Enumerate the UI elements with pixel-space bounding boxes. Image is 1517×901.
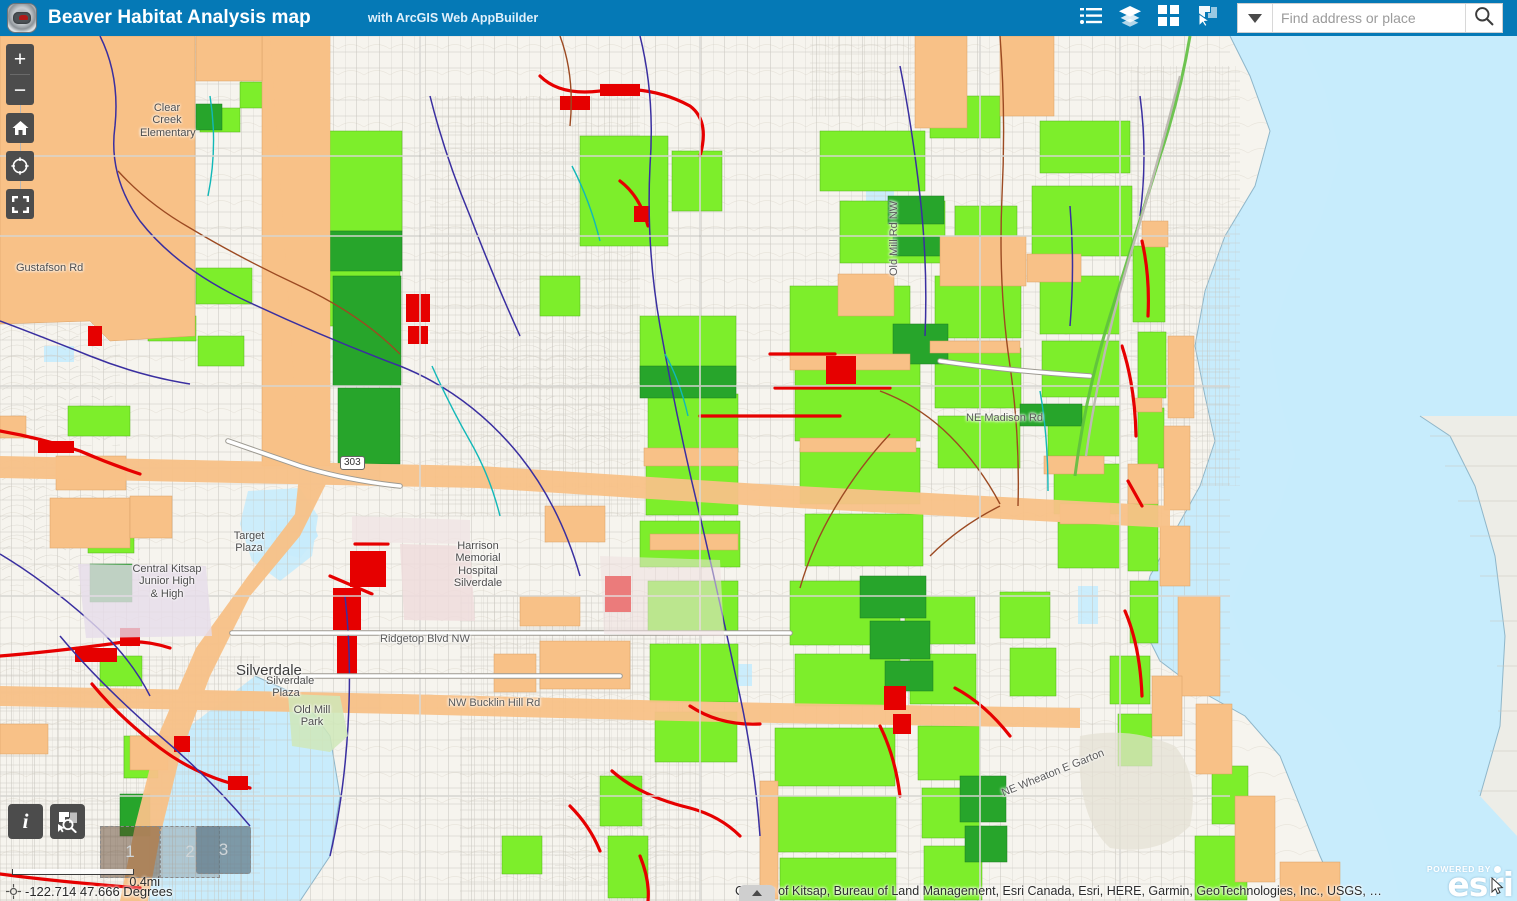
search-widget[interactable] (1237, 3, 1503, 33)
tile-placeholder: 3 (196, 826, 251, 874)
map-navigation-controls: + − (6, 44, 34, 219)
scale-bar: 0.4mi (12, 869, 160, 889)
crosshair-icon (11, 157, 29, 175)
attribution-toggle[interactable] (739, 885, 775, 901)
basemap-gallery-icon (1158, 5, 1179, 31)
select-tool-icon (1196, 5, 1219, 32)
tile-placeholder-label: 3 (218, 840, 229, 859)
crosshair-icon (6, 884, 21, 899)
search-source-dropdown[interactable] (1238, 4, 1274, 32)
legend-icon (1079, 6, 1102, 31)
map-widget-bar: i (8, 804, 85, 839)
search-layers-icon (56, 811, 80, 833)
control-connector (19, 105, 21, 113)
attribute-search-button[interactable] (50, 804, 85, 839)
about-info-button[interactable]: i (8, 804, 43, 839)
app-title: Beaver Habitat Analysis map (48, 7, 311, 28)
info-icon: i (22, 809, 29, 833)
select-tool-button[interactable] (1188, 0, 1227, 36)
full-extent-button[interactable] (6, 189, 34, 219)
tile-placeholder-label: 1 (125, 842, 135, 861)
highway-shield-303: 303 (340, 456, 365, 470)
app-logo-icon (7, 3, 37, 33)
app-header: Beaver Habitat Analysis map with ArcGIS … (0, 0, 1517, 36)
coordinate-text: -122.714 47.666 Degrees (25, 884, 173, 899)
map-canvas[interactable]: Clear Creek Elementary Gustafson Rd NE Mad… (0, 36, 1517, 901)
app-subtitle: with ArcGIS Web AppBuilder (367, 11, 539, 25)
search-input[interactable] (1273, 4, 1466, 32)
search-icon (1474, 6, 1494, 31)
minus-icon: − (13, 78, 27, 102)
arcgis-web-appbuilder-app: Beaver Habitat Analysis map with ArcGIS … (0, 0, 1517, 901)
map-graphics (0, 36, 1517, 901)
expand-icon (11, 195, 29, 213)
scale-bar-line (12, 869, 134, 875)
legend-button[interactable] (1071, 0, 1110, 36)
zoom-out-button[interactable]: − (6, 75, 34, 105)
zoom-control-group: + − (6, 44, 34, 105)
home-control-group (6, 113, 34, 143)
control-connector (19, 181, 21, 189)
tile-placeholder-label: 2 (185, 842, 195, 861)
control-connector (19, 143, 21, 151)
mouse-cursor-icon (1491, 877, 1505, 895)
search-submit-button[interactable] (1465, 4, 1502, 32)
chevron-up-icon (752, 890, 762, 896)
layer-list-icon (1118, 5, 1142, 32)
plus-icon: + (13, 47, 27, 71)
default-extent-button[interactable] (6, 113, 34, 143)
home-icon (12, 120, 29, 136)
my-location-button[interactable] (6, 151, 34, 181)
attribution-text: County of Kitsap, Bureau of Land Managem… (735, 884, 1382, 898)
basemap-gallery-button[interactable] (1149, 0, 1188, 36)
coordinate-widget[interactable]: -122.714 47.666 Degrees (6, 884, 172, 899)
chevron-down-icon (1248, 13, 1263, 23)
full-extent-control-group (6, 189, 34, 219)
locate-control-group (6, 151, 34, 181)
zoom-in-button[interactable]: + (6, 44, 34, 74)
layer-list-button[interactable] (1110, 0, 1149, 36)
